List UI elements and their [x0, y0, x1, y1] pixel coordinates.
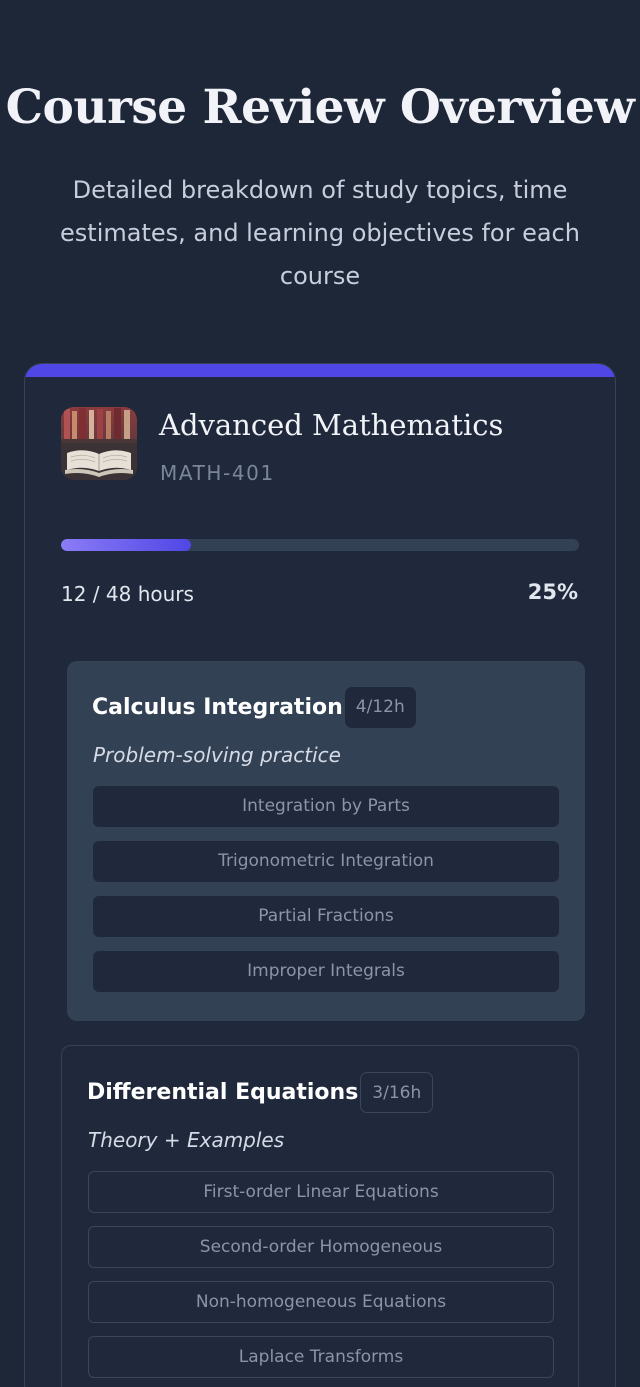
subtopic-item[interactable]: Partial Fractions: [93, 896, 559, 937]
subtopic-item[interactable]: First-order Linear Equations: [88, 1171, 554, 1213]
course-progress-fill: [61, 539, 191, 551]
course-progress-bar: [61, 539, 579, 551]
course-review-page: Course Review Overview Detailed breakdow…: [0, 0, 640, 1387]
subtopic-item[interactable]: Improper Integrals: [93, 951, 559, 992]
course-thumbnail-image: [61, 407, 137, 480]
card-accent-bar: [25, 364, 615, 377]
topic-header: Calculus Integration 4/12h: [92, 687, 416, 728]
subtopic-item[interactable]: Non-homogeneous Equations: [88, 1281, 554, 1323]
topic-hours-badge: 4/12h: [344, 687, 416, 728]
topic-title: Differential Equations: [87, 1080, 359, 1105]
course-name: Advanced Mathematics: [159, 408, 504, 442]
percent-progress-label: 25%: [527, 580, 578, 604]
topic-hours-badge: 3/16h: [360, 1072, 434, 1113]
topic-title: Calculus Integration: [92, 695, 343, 720]
subtopic-item[interactable]: Trigonometric Integration: [93, 841, 559, 882]
page-title: Course Review Overview: [5, 80, 635, 135]
topic-card-differential-equations[interactable]: Differential Equations 3/16h Theory + Ex…: [61, 1045, 579, 1387]
hours-progress-label: 12 / 48 hours: [61, 582, 194, 606]
topic-card-calculus-integration[interactable]: Calculus Integration 4/12h Problem-solvi…: [67, 661, 585, 1021]
subtopic-item[interactable]: Second-order Homogeneous: [88, 1226, 554, 1268]
topic-description: Problem-solving practice: [93, 743, 341, 767]
subtopic-list: Integration by Parts Trigonometric Integ…: [93, 786, 559, 1006]
topic-header: Differential Equations 3/16h: [87, 1072, 434, 1113]
subtopic-list: First-order Linear Equations Second-orde…: [88, 1171, 554, 1387]
course-card[interactable]: Advanced Mathematics MATH-401 12 / 48 ho…: [24, 363, 616, 1387]
page-subtitle: Detailed breakdown of study topics, time…: [60, 176, 580, 290]
course-code: MATH-401: [160, 461, 275, 485]
subtopic-item[interactable]: Integration by Parts: [93, 786, 559, 827]
subtopic-item[interactable]: Laplace Transforms: [88, 1336, 554, 1378]
topic-description: Theory + Examples: [88, 1128, 285, 1152]
